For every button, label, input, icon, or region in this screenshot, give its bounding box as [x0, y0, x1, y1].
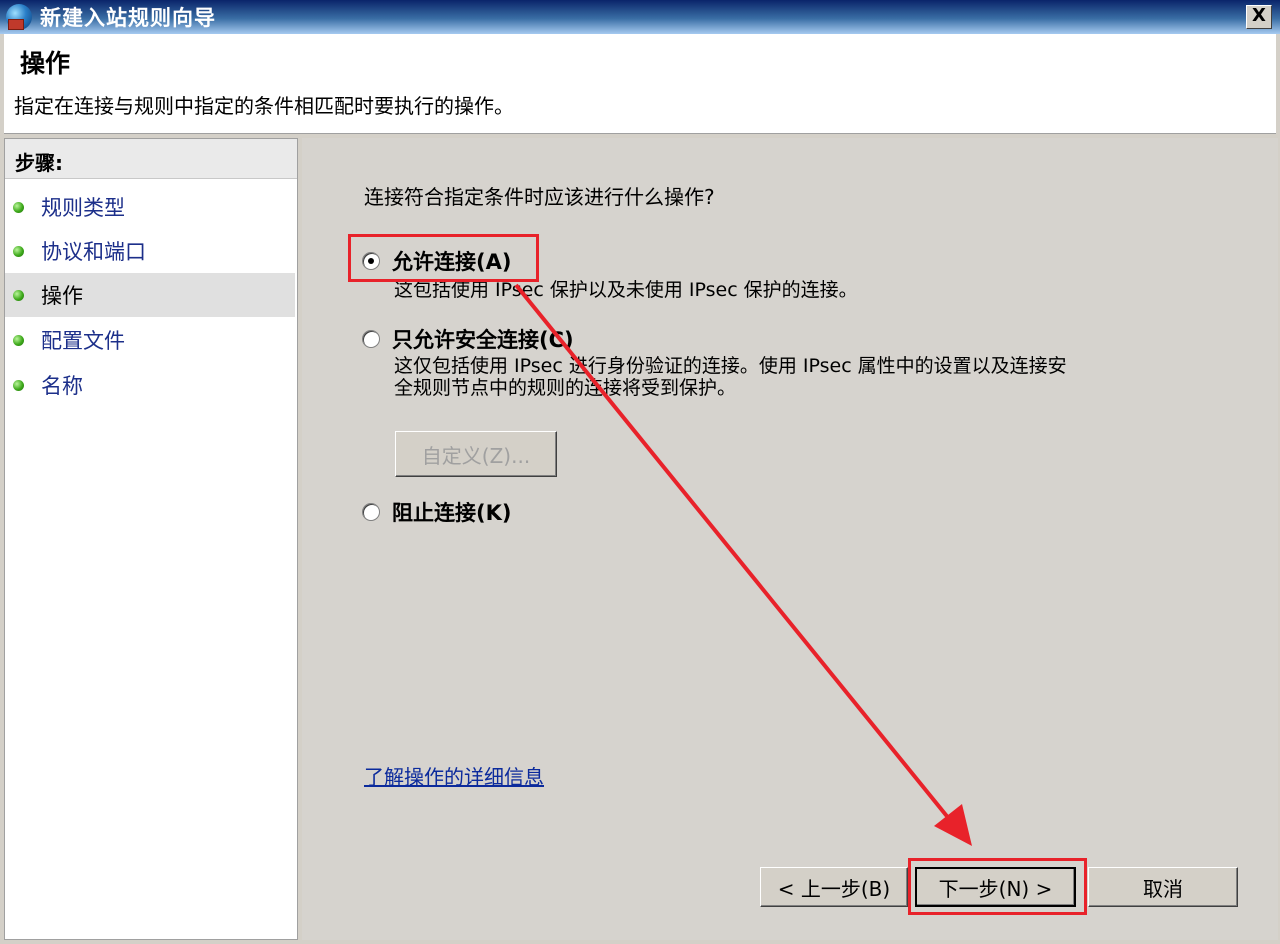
annotation-arrow: [514, 283, 972, 846]
arrow-shaft: [514, 283, 952, 822]
